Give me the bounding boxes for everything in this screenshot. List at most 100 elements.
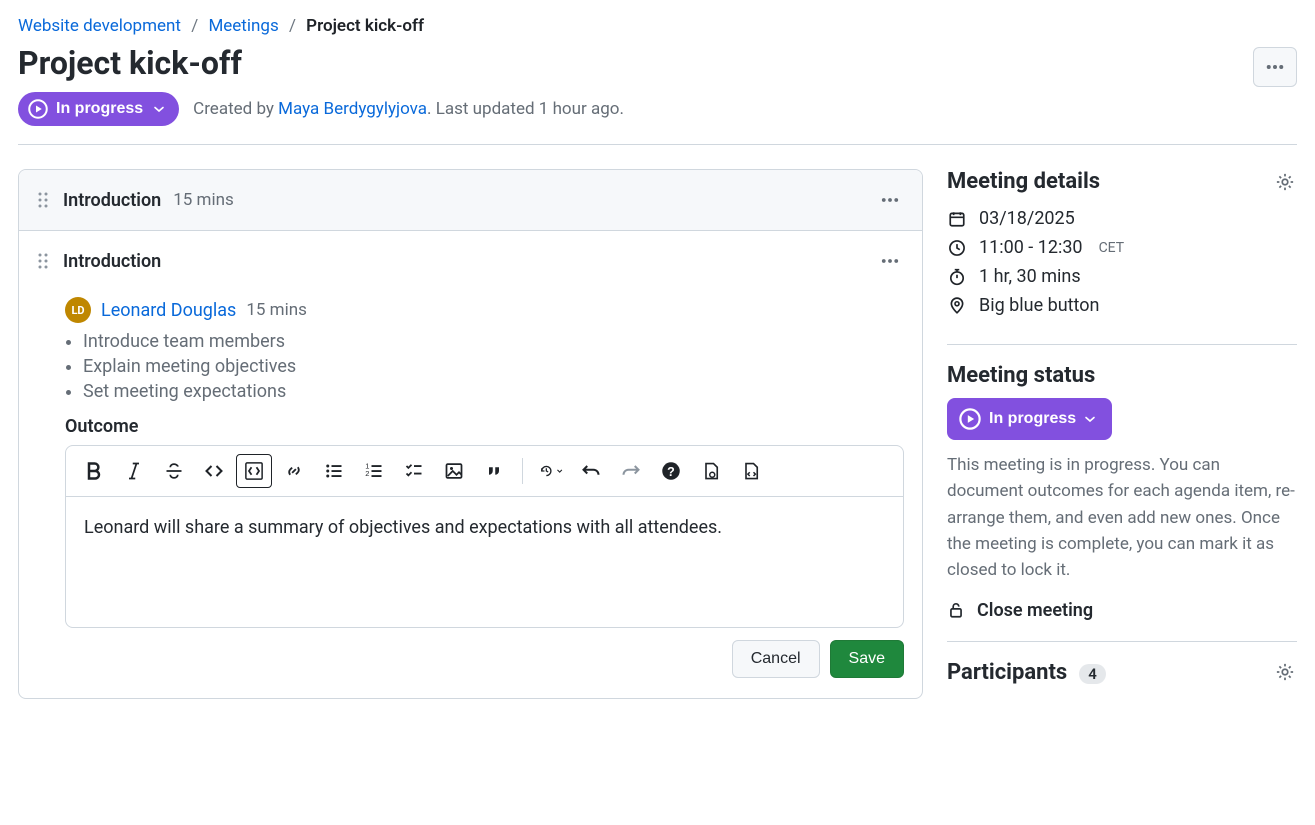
redo-icon <box>621 461 641 481</box>
strikethrough-icon <box>164 461 184 481</box>
detail-location: Big blue button <box>947 295 1297 316</box>
close-meeting-button[interactable]: Close meeting <box>947 600 1297 621</box>
meta-author-link[interactable]: Maya Berdygylyjova <box>278 99 427 119</box>
presenter-duration: 15 mins <box>246 300 307 320</box>
presenter-link[interactable]: Leonard Douglas <box>101 300 236 321</box>
svg-text:?: ? <box>667 465 675 479</box>
image-icon <box>444 461 464 481</box>
agenda-section-title: Introduction <box>63 251 161 272</box>
file-code-icon <box>741 461 761 481</box>
calendar-icon <box>947 209 967 229</box>
undo-icon <box>581 461 601 481</box>
agenda-section-duration: 15 mins <box>173 190 234 210</box>
detail-date: 03/18/2025 <box>947 208 1297 229</box>
toolbar-strike-button[interactable] <box>156 454 192 488</box>
gear-icon <box>1275 662 1295 682</box>
ordered-list-icon: 12 <box>364 461 384 481</box>
agenda-section-menu-button[interactable] <box>876 186 904 214</box>
breadcrumb-separator: / <box>191 16 198 36</box>
toolbar-redo-button[interactable] <box>613 454 649 488</box>
toolbar-task-list-button[interactable] <box>396 454 432 488</box>
drag-handle-icon[interactable] <box>37 252 51 270</box>
outcome-editor: 12 ? <box>65 445 904 628</box>
toolbar-divider <box>522 458 523 484</box>
sidebar-status-pill[interactable]: In progress <box>947 398 1112 440</box>
sidebar-meeting-details-heading: Meeting details <box>947 169 1100 194</box>
history-icon <box>539 461 554 481</box>
kebab-icon <box>880 190 900 210</box>
presenter-avatar: LD <box>65 297 91 323</box>
sidebar-status-pill-label: In progress <box>989 410 1076 428</box>
toolbar-preview-button[interactable] <box>693 454 729 488</box>
code-block-icon <box>244 461 264 481</box>
toolbar-link-button[interactable] <box>276 454 312 488</box>
meeting-status-pill[interactable]: In progress <box>18 92 179 126</box>
bold-icon <box>84 461 104 481</box>
breadcrumb-current: Project kick-off <box>306 16 424 36</box>
participants-settings-button[interactable] <box>1273 660 1297 684</box>
kebab-icon <box>880 251 900 271</box>
save-button[interactable]: Save <box>830 640 904 678</box>
toolbar-source-button[interactable] <box>733 454 769 488</box>
sidebar-status-description: This meeting is in progress. You can doc… <box>947 452 1297 584</box>
meeting-details-settings-button[interactable] <box>1273 170 1297 194</box>
detail-time: 11:00 - 12:30 CET <box>947 237 1297 258</box>
play-circle-icon <box>28 99 48 119</box>
unlock-icon <box>947 601 965 619</box>
stopwatch-icon <box>947 267 967 287</box>
bullet-list-icon <box>324 461 344 481</box>
kebab-icon <box>1265 57 1285 77</box>
agenda-bullets: Introduce team members Explain meeting o… <box>83 331 904 402</box>
agenda-bullet: Explain meeting objectives <box>83 356 904 377</box>
toolbar-help-button[interactable]: ? <box>653 454 689 488</box>
detail-duration: 1 hr, 30 mins <box>947 266 1297 287</box>
detail-duration-value: 1 hr, 30 mins <box>979 266 1081 287</box>
toolbar-quote-button[interactable] <box>476 454 512 488</box>
meta-updated-suffix: . Last updated 1 hour ago. <box>427 99 624 119</box>
cancel-button[interactable]: Cancel <box>732 640 820 678</box>
code-icon <box>204 461 224 481</box>
file-eye-icon <box>701 461 721 481</box>
chevron-down-icon <box>1084 413 1096 425</box>
agenda-bullet: Introduce team members <box>83 331 904 352</box>
toolbar-bold-button[interactable] <box>76 454 112 488</box>
editor-toolbar: 12 ? <box>66 446 903 497</box>
toolbar-inline-code-button[interactable] <box>196 454 232 488</box>
toolbar-history-button[interactable] <box>533 454 569 488</box>
breadcrumb-link-project[interactable]: Website development <box>18 16 181 36</box>
agenda-section-menu-button[interactable] <box>876 247 904 275</box>
meta-created-prefix: Created by <box>193 99 278 119</box>
status-pill-label: In progress <box>56 100 143 118</box>
page-title: Project kick-off <box>18 44 242 82</box>
agenda-section-title: Introduction <box>63 190 161 211</box>
meta-line: Created by Maya Berdygylyjova. Last upda… <box>193 99 624 119</box>
help-icon: ? <box>661 461 681 481</box>
gear-icon <box>1275 172 1295 192</box>
breadcrumb: Website development / Meetings / Project… <box>18 16 1297 36</box>
page-actions-menu-button[interactable] <box>1253 47 1297 87</box>
link-icon <box>284 461 304 481</box>
toolbar-italic-button[interactable] <box>116 454 152 488</box>
outcome-textarea[interactable]: Leonard will share a summary of objectiv… <box>66 497 903 627</box>
play-circle-icon <box>959 408 981 430</box>
breadcrumb-separator: / <box>289 16 296 36</box>
clock-icon <box>947 238 967 258</box>
close-meeting-label: Close meeting <box>977 600 1093 621</box>
sidebar-participants-heading: Participants <box>947 660 1067 685</box>
breadcrumb-link-meetings[interactable]: Meetings <box>208 16 278 36</box>
toolbar-image-button[interactable] <box>436 454 472 488</box>
toolbar-ordered-list-button[interactable]: 12 <box>356 454 392 488</box>
toolbar-undo-button[interactable] <box>573 454 609 488</box>
agenda-panel: Introduction 15 mins <box>18 169 923 699</box>
drag-handle-icon[interactable] <box>37 191 51 209</box>
outcome-label: Outcome <box>65 416 904 437</box>
detail-date-value: 03/18/2025 <box>979 208 1075 229</box>
detail-location-value: Big blue button <box>979 295 1099 316</box>
detail-time-value: 11:00 - 12:30 <box>979 237 1083 258</box>
quote-icon <box>484 461 504 481</box>
detail-timezone: CET <box>1099 240 1125 256</box>
toolbar-bullet-list-button[interactable] <box>316 454 352 488</box>
task-list-icon <box>404 461 424 481</box>
toolbar-code-block-button[interactable] <box>236 454 272 488</box>
participants-count-badge: 4 <box>1079 664 1106 684</box>
